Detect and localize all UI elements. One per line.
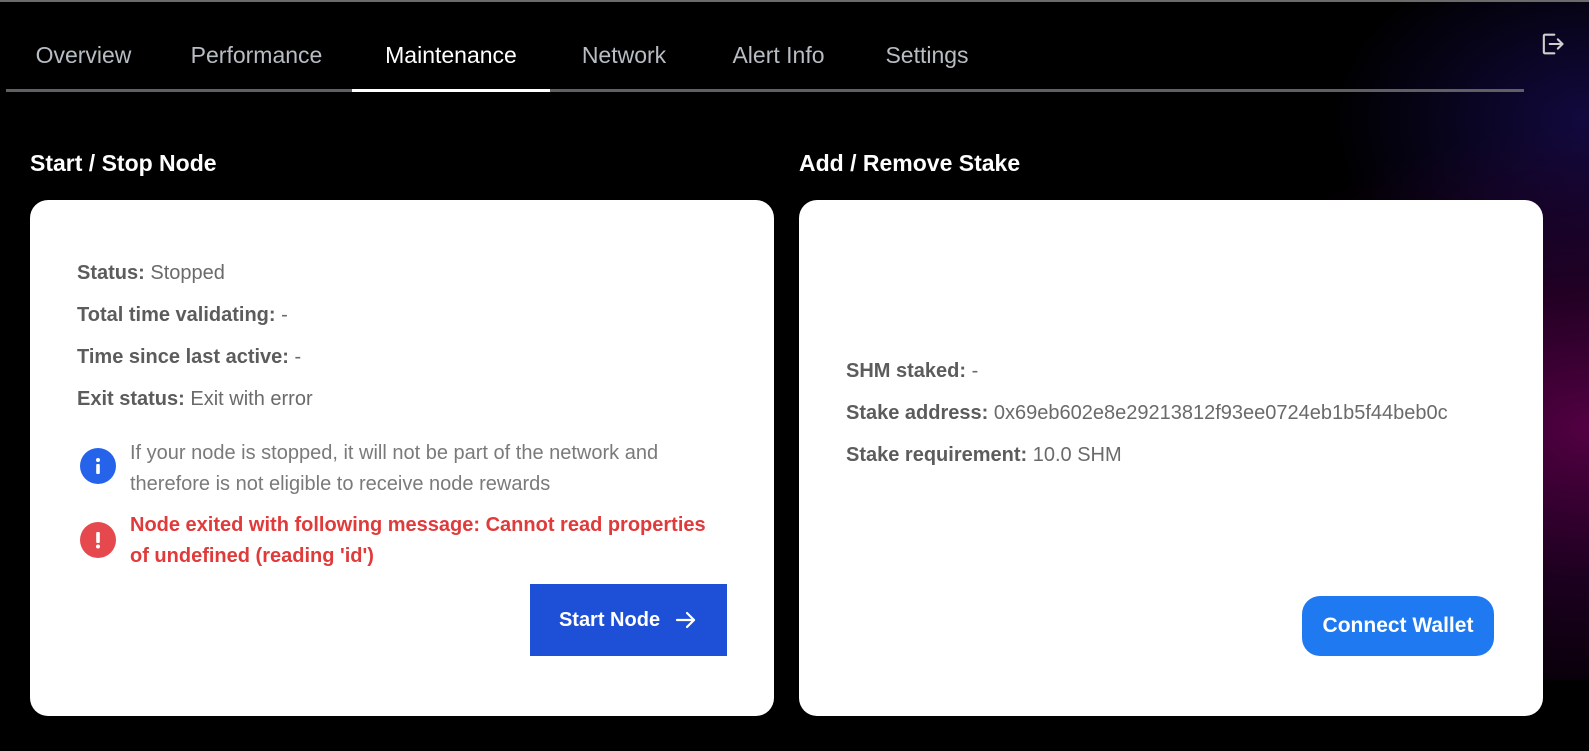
tab-bar: Overview Performance Maintenance Network… (6, 22, 1524, 92)
logout-icon[interactable] (1538, 30, 1566, 58)
tab-maintenance[interactable]: Maintenance (352, 22, 550, 92)
shm-staked-value: - (971, 360, 979, 382)
stake-requirement-value: 10.0 SHM (1032, 444, 1122, 466)
exit-status-label: Exit status: (77, 388, 185, 410)
total-time-row: Total time validating: - (77, 304, 288, 327)
status-value: Stopped (150, 262, 225, 284)
tab-overview[interactable]: Overview (6, 22, 161, 89)
arrow-right-icon (675, 611, 696, 629)
start-node-label: Start Node (558, 608, 661, 631)
start-node-button[interactable]: Start Node (530, 584, 727, 656)
total-time-label: Total time validating: (77, 304, 276, 326)
connect-wallet-button[interactable]: Connect Wallet (1302, 596, 1494, 656)
info-message: If your node is stopped, it will not be … (130, 442, 659, 495)
top-border (0, 0, 1589, 2)
stake-address-label: Stake address: (846, 402, 989, 424)
error-message: Node exited with following message: Cann… (130, 514, 706, 567)
since-active-row: Time since last active: - (77, 346, 301, 369)
stake-address-value: 0x69eb602e8e29213812f93ee0724eb1b5f44beb… (993, 402, 1448, 424)
stake-requirement-label: Stake requirement: (846, 444, 1028, 466)
stake-section-title: Add / Remove Stake (799, 150, 1021, 176)
since-active-label: Time since last active: (77, 346, 289, 368)
shm-staked-row: SHM staked: - (846, 360, 978, 383)
node-section-title: Start / Stop Node (30, 150, 217, 176)
stake-requirement-row: Stake requirement: 10.0 SHM (846, 444, 1122, 467)
exit-status-value: Exit with error (190, 388, 313, 410)
shm-staked-label: SHM staked: (846, 360, 967, 382)
status-label: Status: (77, 262, 145, 284)
since-active-value: - (294, 346, 302, 368)
exclamation-icon (80, 522, 116, 558)
tab-network[interactable]: Network (550, 22, 698, 89)
exit-status-row: Exit status: Exit with error (77, 388, 313, 411)
stake-address-row: Stake address: 0x69eb602e8e29213812f93ee… (846, 402, 1448, 425)
tab-settings[interactable]: Settings (859, 22, 995, 89)
status-row: Status: Stopped (77, 262, 225, 285)
total-time-value: - (281, 304, 288, 326)
tab-performance[interactable]: Performance (161, 22, 352, 89)
tab-alert-info[interactable]: Alert Info (698, 22, 859, 89)
info-icon (80, 448, 116, 484)
